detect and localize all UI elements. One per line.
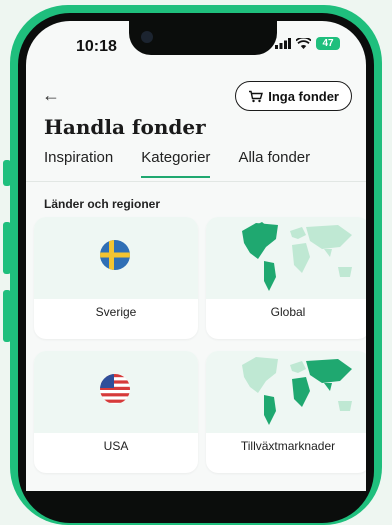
- card-label: Sverige: [95, 305, 137, 319]
- category-card-global[interactable]: Global: [206, 217, 366, 339]
- sweden-flag-icon: [100, 240, 130, 270]
- wifi-icon: [296, 38, 311, 49]
- card-label: Global: [270, 305, 306, 319]
- status-icons: 47: [275, 37, 340, 50]
- page-title: Handla fonder: [44, 115, 206, 139]
- card-visual: [34, 217, 198, 299]
- signal-icon: [275, 38, 291, 49]
- cart-icon: [249, 90, 264, 102]
- notch: [129, 21, 277, 55]
- tab-bar: Inspiration Kategorier Alla fonder: [44, 149, 310, 178]
- card-label: USA: [103, 439, 129, 453]
- emerging-markets-map-icon: [242, 357, 352, 425]
- phone-side-button: [3, 160, 11, 186]
- tab-kategorier[interactable]: Kategorier: [141, 149, 211, 178]
- cart-button[interactable]: Inga fonder: [235, 81, 352, 111]
- usa-flag-icon: [100, 374, 130, 404]
- tab-divider: [26, 181, 366, 182]
- tab-alla-fonder[interactable]: Alla fonder: [238, 149, 310, 178]
- status-time: 10:18: [76, 38, 117, 55]
- tab-inspiration[interactable]: Inspiration: [44, 149, 113, 178]
- battery-icon: 47: [316, 37, 340, 50]
- category-card-usa[interactable]: USA: [34, 351, 198, 473]
- camera-icon: [141, 31, 153, 43]
- cart-button-label: Inga fonder: [268, 88, 339, 104]
- world-map-icon: [242, 222, 352, 291]
- card-visual: [34, 351, 198, 433]
- phone-volume-down-button: [3, 290, 11, 342]
- card-visual: [206, 351, 366, 433]
- card-label: Tillväxtmarknader: [240, 439, 336, 453]
- category-card-sverige[interactable]: Sverige: [34, 217, 198, 339]
- category-card-tillvaxtmarknader[interactable]: Tillväxtmarknader: [206, 351, 366, 473]
- card-visual: [206, 217, 366, 299]
- phone-volume-up-button: [3, 222, 11, 274]
- section-title: Länder och regioner: [44, 197, 161, 211]
- app-screen: 10:18 47 ← Inga fonder Handla fonder Ins…: [26, 21, 366, 491]
- back-arrow-icon[interactable]: ←: [42, 85, 60, 106]
